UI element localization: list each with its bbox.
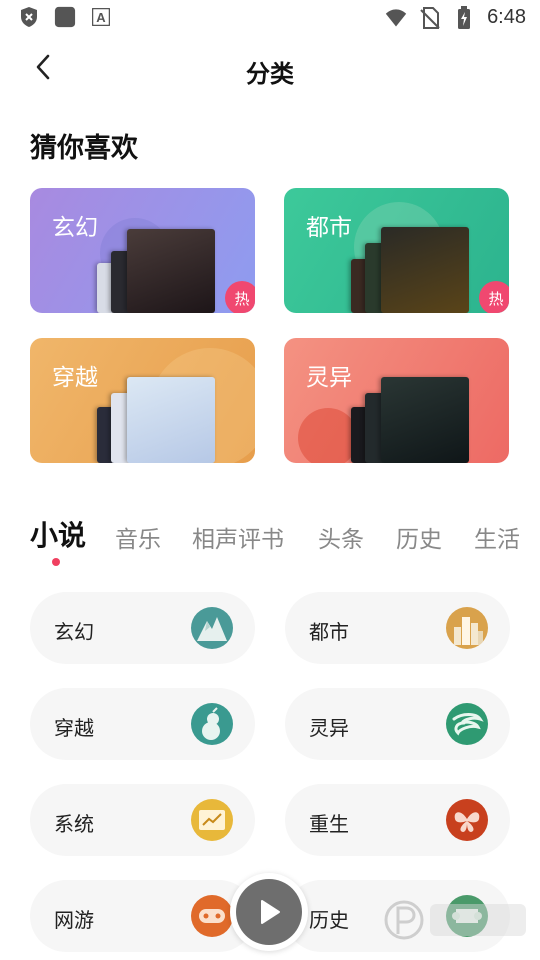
gourd-icon <box>191 703 233 745</box>
subcategory-item[interactable]: 穿越 <box>30 688 255 760</box>
subcategory-label: 都市 <box>309 620 349 644</box>
recommend-card[interactable]: 灵异 <box>284 338 509 463</box>
recommend-title: 猜你喜欢 <box>30 133 138 164</box>
swirl-icon <box>446 703 488 745</box>
status-bar: A 6:48 <box>0 0 540 36</box>
subcategory-item[interactable]: 重生 <box>285 784 510 856</box>
play-icon <box>236 879 302 945</box>
no-sim-icon <box>419 6 441 29</box>
watermark-logo <box>384 894 534 946</box>
shield-x-icon <box>18 6 40 28</box>
tab-life[interactable]: 生活 <box>474 520 520 554</box>
subcategory-label: 系统 <box>54 812 94 836</box>
tab-novel[interactable]: 小说 <box>30 514 86 554</box>
tab-crosstalk[interactable]: 相声评书 <box>192 520 284 554</box>
tab-headlines[interactable]: 头条 <box>318 520 364 554</box>
subcategory-item[interactable]: 网游 <box>30 880 255 952</box>
subcategory-label: 灵异 <box>309 716 349 740</box>
player-play-button[interactable] <box>230 873 308 951</box>
tab-history[interactable]: 历史 <box>396 520 442 554</box>
hot-badge: 热 <box>479 281 509 313</box>
p-logo-icon <box>384 900 534 950</box>
subcategory-label: 玄幻 <box>54 620 94 644</box>
hot-badge: 热 <box>225 281 255 313</box>
status-icons-left: A <box>18 6 112 28</box>
recommend-card[interactable]: 玄幻 热 <box>30 188 255 313</box>
app-square-icon <box>54 6 76 28</box>
tab-music[interactable]: 音乐 <box>115 520 161 554</box>
book-covers <box>97 223 237 313</box>
status-icons-right: 6:48 <box>385 5 526 29</box>
subcategory-label: 重生 <box>309 812 349 836</box>
card-label: 穿越 <box>52 365 98 391</box>
subcategory-label: 穿越 <box>54 716 94 740</box>
subcategory-label: 网游 <box>54 908 94 932</box>
mountain-icon <box>191 607 233 649</box>
page-title: 分类 <box>246 60 294 88</box>
subcategory-label: 历史 <box>309 908 349 932</box>
status-time: 6:48 <box>487 6 526 28</box>
city-buildings-icon <box>446 607 488 649</box>
battery-charging-icon <box>453 5 475 29</box>
butterfly-icon <box>446 799 488 841</box>
header: 分类 <box>0 46 540 94</box>
card-label: 玄幻 <box>52 215 98 241</box>
recommend-card[interactable]: 穿越 <box>30 338 255 463</box>
chart-screen-icon <box>191 799 233 841</box>
svg-text:A: A <box>96 10 106 25</box>
font-a-icon: A <box>90 6 112 28</box>
subcategory-item[interactable]: 都市 <box>285 592 510 664</box>
subcategory-item[interactable]: 灵异 <box>285 688 510 760</box>
wifi-icon <box>385 7 407 29</box>
card-label: 灵异 <box>306 365 352 391</box>
subcategory-item[interactable]: 系统 <box>30 784 255 856</box>
book-covers <box>97 373 237 463</box>
active-tab-indicator <box>52 558 60 566</box>
book-covers <box>351 373 491 463</box>
recommend-card[interactable]: 都市 热 <box>284 188 509 313</box>
book-covers <box>351 223 491 313</box>
gamepad-icon <box>191 895 233 937</box>
card-label: 都市 <box>306 215 352 241</box>
subcategory-item[interactable]: 玄幻 <box>30 592 255 664</box>
category-tabs: 小说 音乐 相声评书 头条 历史 生活 <box>30 514 540 566</box>
